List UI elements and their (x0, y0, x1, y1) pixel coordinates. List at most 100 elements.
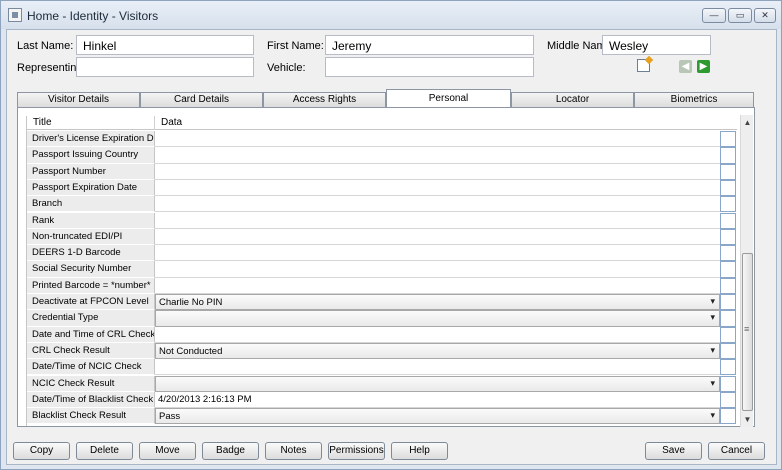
header-title[interactable]: Title (33, 117, 52, 128)
help-button[interactable]: Help (391, 442, 448, 460)
tab-visitor-details[interactable]: Visitor Details (17, 92, 140, 107)
header-data[interactable]: Data (161, 117, 182, 128)
notes-button[interactable]: Notes (265, 442, 322, 460)
table-row[interactable]: Blacklist Check Result Pass (27, 408, 737, 425)
row-value[interactable] (155, 131, 720, 148)
row-title: Passport Number (27, 163, 155, 180)
vehicle-label: Vehicle: (267, 62, 306, 74)
row-title: CRL Check Result (27, 342, 155, 360)
scroll-up-icon[interactable]: ▲ (741, 116, 754, 129)
row-cell-button[interactable] (720, 375, 736, 392)
row-cell-button[interactable] (720, 310, 736, 327)
row-value[interactable] (155, 164, 720, 180)
row-title: Date and Time of CRL Check (27, 326, 155, 343)
row-cell-button[interactable] (720, 359, 736, 376)
cancel-button[interactable]: Cancel (708, 442, 765, 460)
row-title: Passport Issuing Country (27, 147, 155, 164)
row-cell-button[interactable] (720, 147, 736, 164)
row-cell-button[interactable] (720, 277, 736, 294)
table-row[interactable]: Passport Number (27, 163, 737, 180)
table-row[interactable]: Date/Time of NCIC Check (27, 359, 737, 376)
arrow-left-icon[interactable]: ◀ (679, 60, 692, 73)
row-title: Rank (27, 212, 155, 229)
representing-field[interactable] (76, 57, 254, 77)
delete-button[interactable]: Delete (76, 442, 133, 460)
scroll-down-icon[interactable]: ▼ (741, 413, 754, 426)
edit-icon[interactable] (637, 59, 650, 72)
table-row[interactable]: Passport Expiration Date (27, 179, 737, 197)
arrow-right-icon[interactable]: ▶ (697, 60, 710, 73)
row-value[interactable] (155, 180, 720, 197)
row-dropdown[interactable] (155, 375, 720, 392)
table-row[interactable]: Non-truncated EDI/PI (27, 228, 737, 246)
table-row[interactable]: Rank (27, 212, 737, 229)
vertical-scrollbar[interactable]: ▲ ▼ (740, 115, 753, 427)
row-value[interactable] (155, 229, 720, 246)
row-value[interactable] (155, 147, 720, 164)
personal-panel: Title Data Driver's License Expiration D… (17, 107, 755, 427)
row-cell-button[interactable] (720, 179, 736, 197)
table-row[interactable]: Driver's License Expiration Date (27, 131, 737, 148)
row-cell-button[interactable] (720, 326, 736, 343)
badge-button[interactable]: Badge (202, 442, 259, 460)
table-row[interactable]: Branch (27, 196, 737, 213)
minimize-icon[interactable]: — (702, 8, 726, 23)
scroll-thumb[interactable] (742, 253, 753, 411)
header-divider (154, 116, 155, 130)
row-dropdown[interactable]: Charlie No PIN (155, 294, 720, 311)
tab-card-details[interactable]: Card Details (140, 92, 263, 107)
row-cell-button[interactable] (720, 228, 736, 246)
row-cell-button[interactable] (720, 131, 736, 148)
row-cell-button[interactable] (720, 342, 736, 360)
app-icon (8, 8, 22, 22)
row-cell-button[interactable] (720, 196, 736, 213)
close-icon[interactable]: ✕ (754, 8, 776, 23)
save-button[interactable]: Save (645, 442, 702, 460)
row-dropdown[interactable] (155, 310, 720, 327)
table-row[interactable]: Social Security Number (27, 261, 737, 278)
table-row[interactable]: Deactivate at FPCON Level Charlie No PIN (27, 294, 737, 311)
table-row[interactable]: NCIC Check Result (27, 375, 737, 392)
row-value[interactable] (155, 278, 720, 294)
table-row[interactable]: CRL Check Result Not Conducted (27, 342, 737, 360)
row-value[interactable] (155, 213, 720, 229)
table-row[interactable]: Printed Barcode = *number* (27, 277, 737, 294)
row-dropdown[interactable]: Pass (155, 408, 720, 425)
middle-name-field[interactable]: Wesley (602, 35, 711, 55)
move-button[interactable]: Move (139, 442, 196, 460)
first-name-field[interactable]: Jeremy (325, 35, 534, 55)
row-title: Passport Expiration Date (27, 179, 155, 197)
table-row[interactable]: Passport Issuing Country (27, 147, 737, 164)
row-title: Deactivate at FPCON Level (27, 294, 155, 311)
row-cell-button[interactable] (720, 261, 736, 278)
row-cell-button[interactable] (720, 245, 736, 262)
row-cell-button[interactable] (720, 391, 736, 409)
vehicle-field[interactable] (325, 57, 534, 77)
row-cell-button[interactable] (720, 408, 736, 425)
row-cell-button[interactable] (720, 212, 736, 229)
last-name-field[interactable]: Hinkel (76, 35, 254, 55)
row-cell-button[interactable] (720, 163, 736, 180)
row-value[interactable]: 4/20/2013 2:16:13 PM (155, 392, 720, 409)
copy-button[interactable]: Copy (13, 442, 70, 460)
table-row[interactable]: DEERS 1-D Barcode (27, 245, 737, 262)
row-value[interactable] (155, 327, 720, 343)
table-row[interactable]: Date/Time of Blacklist Check 4/20/2013 2:… (27, 391, 737, 409)
tab-biometrics[interactable]: Biometrics (634, 92, 754, 107)
permissions-button[interactable]: Permissions (328, 442, 385, 460)
first-name-label: First Name: (267, 40, 324, 52)
table-row[interactable]: Date and Time of CRL Check (27, 326, 737, 343)
tab-personal[interactable]: Personal (386, 89, 511, 108)
row-dropdown[interactable]: Not Conducted (155, 342, 720, 360)
row-value[interactable] (155, 196, 720, 213)
row-value[interactable] (155, 245, 720, 262)
grid-header: Title Data (27, 116, 737, 130)
tab-locator[interactable]: Locator (511, 92, 634, 107)
table-row[interactable]: Credential Type (27, 310, 737, 327)
row-title: Social Security Number (27, 261, 155, 278)
row-value[interactable] (155, 261, 720, 278)
row-cell-button[interactable] (720, 294, 736, 311)
tab-access-rights[interactable]: Access Rights (263, 92, 386, 107)
maximize-icon[interactable]: ▭ (728, 8, 752, 23)
row-value[interactable] (155, 359, 720, 376)
